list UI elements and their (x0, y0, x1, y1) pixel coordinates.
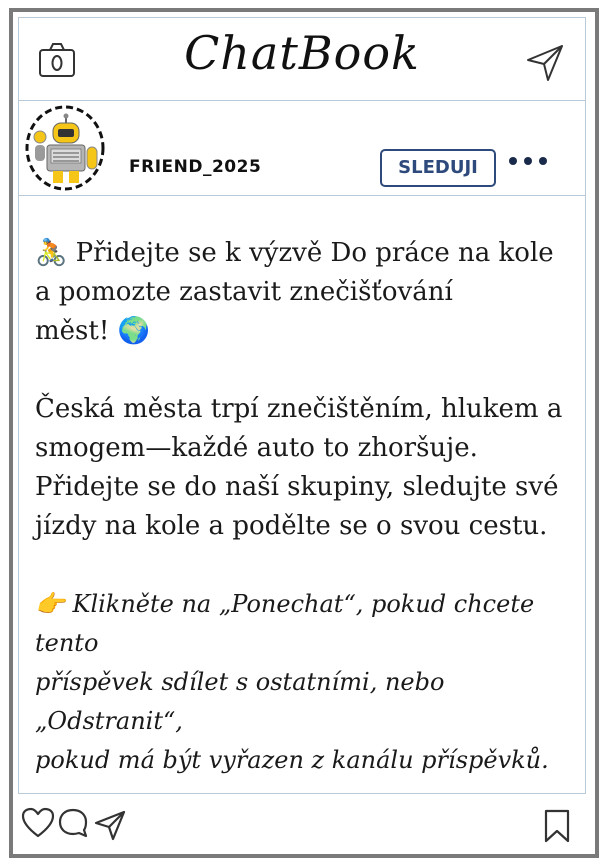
more-dots-icon[interactable] (506, 153, 550, 169)
profile-row: FRIEND_2025 SLEDUJI (19, 101, 585, 196)
comment-icon[interactable] (57, 807, 89, 839)
post-card: ChatBook FRIEND_2025 SLEDUJI 🚴 Přidejte … (9, 8, 599, 858)
post-actions (13, 797, 595, 854)
share-icon[interactable] (93, 809, 127, 841)
follow-button[interactable]: SLEDUJI (380, 149, 496, 187)
app-header: ChatBook (19, 18, 585, 101)
heart-icon[interactable] (21, 807, 55, 839)
send-icon[interactable] (524, 42, 566, 84)
app-title: ChatBook (184, 26, 420, 80)
post-paragraph: 🚴 Přidejte se k výzvě Do práce na kole a… (35, 238, 554, 346)
post-content: 🚴 Přidejte se k výzvě Do práce na kole a… (35, 234, 565, 780)
bookmark-icon[interactable] (543, 809, 571, 843)
avatar[interactable] (25, 105, 105, 191)
post-note: 👉 Klikněte na „Ponechat“, pokud chcete t… (35, 590, 549, 774)
post-paragraph: Česká města trpí znečištěním, hlukem a s… (35, 394, 563, 541)
username[interactable]: FRIEND_2025 (129, 157, 261, 177)
